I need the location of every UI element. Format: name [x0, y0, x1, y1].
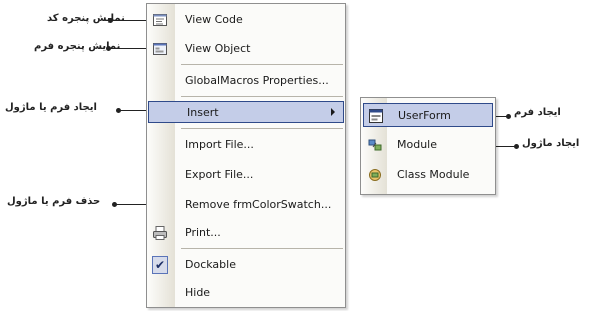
submenu-item-label: Class Module — [397, 168, 470, 181]
menu-item-remove[interactable]: Remove frmColorSwatch... — [147, 194, 345, 216]
menu-separator — [181, 96, 343, 97]
annotation-view-code: نمایش پنجره کد — [47, 13, 125, 24]
menu-item-insert[interactable]: Insert — [148, 101, 344, 123]
menu-item-dockable[interactable]: ✔ Dockable — [147, 254, 345, 276]
submenu-item-userform[interactable]: UserForm — [363, 103, 493, 127]
annotation-dot — [116, 108, 121, 113]
annotation-userform: ایجاد فرم — [514, 107, 561, 118]
menu-item-view-code[interactable]: View Code — [147, 9, 345, 31]
annotation-dot — [112, 202, 117, 207]
userform-icon — [368, 108, 384, 124]
submenu-item-module[interactable]: Module — [363, 133, 493, 157]
menu-item-label: Remove frmColorSwatch... — [185, 198, 332, 211]
annotation-dot — [108, 18, 113, 23]
menu-item-label: View Object — [185, 42, 251, 55]
class-module-icon — [367, 167, 383, 183]
code-window-icon — [152, 12, 168, 28]
annotation-dot — [106, 46, 111, 51]
annotation-remove: حذف فرم یا ماژول — [7, 196, 101, 207]
menu-item-export-file[interactable]: Export File... — [147, 164, 345, 186]
submenu-item-class-module[interactable]: Class Module — [363, 163, 493, 187]
menu-item-globalmacros-properties[interactable]: GlobalMacros Properties... — [147, 70, 345, 92]
check-box: ✔ — [152, 256, 168, 274]
menu-separator — [181, 64, 343, 65]
printer-icon — [152, 225, 168, 241]
menu-item-label: Hide — [185, 286, 211, 299]
annotation-dot — [514, 144, 519, 149]
menu-item-view-object[interactable]: View Object — [147, 38, 345, 60]
context-menu: View Code View Object GlobalMacros Prope… — [146, 3, 346, 308]
menu-item-hide[interactable]: Hide — [147, 282, 345, 304]
menu-separator — [181, 128, 343, 129]
menu-item-label: Print... — [185, 226, 221, 239]
insert-submenu: UserForm Module Class Module — [360, 97, 496, 195]
annotation-module: ایجاد ماژول — [522, 138, 580, 149]
menu-item-print[interactable]: Print... — [147, 222, 345, 244]
menu-item-import-file[interactable]: Import File... — [147, 134, 345, 156]
submenu-item-label: Module — [397, 138, 437, 151]
menu-item-label: Insert — [187, 106, 219, 119]
checkmark-icon: ✔ — [152, 256, 168, 274]
module-icon — [367, 137, 383, 153]
submenu-item-label: UserForm — [398, 109, 451, 122]
form-window-icon — [152, 41, 168, 57]
menu-item-label: Dockable — [185, 258, 236, 271]
annotation-dot — [506, 114, 511, 119]
menu-separator — [181, 248, 343, 249]
menu-item-label: View Code — [185, 13, 243, 26]
menu-item-label: GlobalMacros Properties... — [185, 74, 329, 87]
submenu-arrow-icon — [331, 108, 335, 116]
menu-item-label: Export File... — [185, 168, 254, 181]
annotation-insert: ایجاد فرم یا ماژول — [5, 102, 97, 113]
menu-item-label: Import File... — [185, 138, 254, 151]
